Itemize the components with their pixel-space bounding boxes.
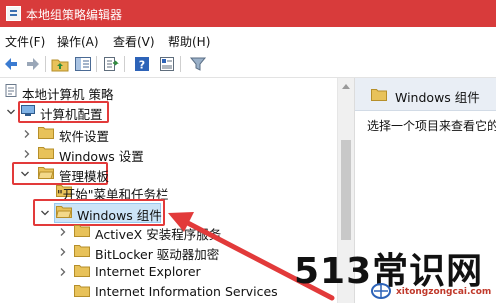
window-title: 本地组策略编辑器: [26, 8, 123, 22]
title-bar: 本地组策略编辑器: [0, 0, 496, 27]
tree-node-software-settings[interactable]: 软件设置: [0, 124, 200, 144]
folder-open-icon: [56, 205, 72, 218]
folder-open-icon: [38, 166, 54, 179]
chevron-right-icon[interactable]: [22, 149, 32, 159]
chevron-down-icon[interactable]: [20, 169, 30, 179]
watermark: 513常识网 xitongzongcai.com: [292, 242, 496, 303]
folder-icon: [371, 88, 387, 101]
policy-doc-icon: [4, 84, 20, 97]
menu-view[interactable]: 查看(V): [113, 33, 155, 50]
folder-icon: [74, 264, 90, 277]
app-icon: [6, 6, 21, 21]
toolbar: ?: [0, 51, 496, 78]
tree-label: 软件设置: [59, 129, 110, 144]
menu-action[interactable]: 操作(A): [57, 33, 99, 50]
folder-icon: [74, 284, 90, 297]
chevron-right-icon[interactable]: [58, 267, 68, 277]
menu-bar: 文件(F) 操作(A) 查看(V) 帮助(H): [0, 27, 496, 51]
toolbar-separator: [124, 56, 125, 72]
watermark-logo-icon: [371, 283, 391, 299]
filter-icon[interactable]: [189, 55, 207, 73]
svg-text:?: ?: [139, 59, 145, 72]
tree-node-computer-config[interactable]: 计算机配置: [0, 102, 200, 122]
folder-icon: [74, 224, 90, 237]
tree-pane: 本地计算机 策略 计算机配置 软件设置 Windows 设置 管理模板 "开始"…: [0, 78, 337, 303]
chevron-right-icon[interactable]: [58, 227, 68, 237]
forward-arrow-icon[interactable]: [23, 55, 41, 73]
details-header: Windows 组件: [355, 78, 496, 111]
chevron-down-icon[interactable]: [40, 208, 50, 218]
properties-icon[interactable]: [158, 55, 176, 73]
details-title: Windows 组件: [395, 90, 480, 105]
help-icon[interactable]: ?: [133, 55, 151, 73]
menu-file[interactable]: 文件(F): [5, 33, 45, 50]
watermark-url: xitongzongcai.com: [396, 287, 492, 297]
toolbar-separator: [45, 56, 46, 72]
menu-help[interactable]: 帮助(H): [168, 33, 210, 50]
tree-node-root[interactable]: 本地计算机 策略: [0, 82, 200, 102]
toolbar-separator: [96, 56, 97, 72]
tree-node-windows-settings[interactable]: Windows 设置: [0, 144, 200, 164]
details-description: 选择一个项目来查看它的: [367, 119, 496, 133]
tree-label: 计算机配置: [40, 107, 103, 122]
folder-icon: [74, 244, 90, 257]
computer-icon: [20, 104, 36, 117]
export-list-icon[interactable]: [102, 55, 120, 73]
back-arrow-icon[interactable]: [3, 55, 21, 73]
folder-icon: [38, 126, 54, 139]
toolbar-separator: [180, 56, 181, 72]
scroll-up-icon[interactable]: [342, 84, 350, 89]
chevron-right-icon[interactable]: [22, 129, 32, 139]
chevron-right-icon[interactable]: [58, 247, 68, 257]
scrollbar-thumb[interactable]: [341, 140, 351, 240]
chevron-down-icon[interactable]: [6, 107, 16, 117]
tree-node-admin-templates[interactable]: 管理模板: [0, 164, 200, 184]
up-folder-icon[interactable]: [51, 55, 69, 73]
show-hide-tree-icon[interactable]: [74, 55, 92, 73]
folder-icon: [38, 146, 54, 159]
